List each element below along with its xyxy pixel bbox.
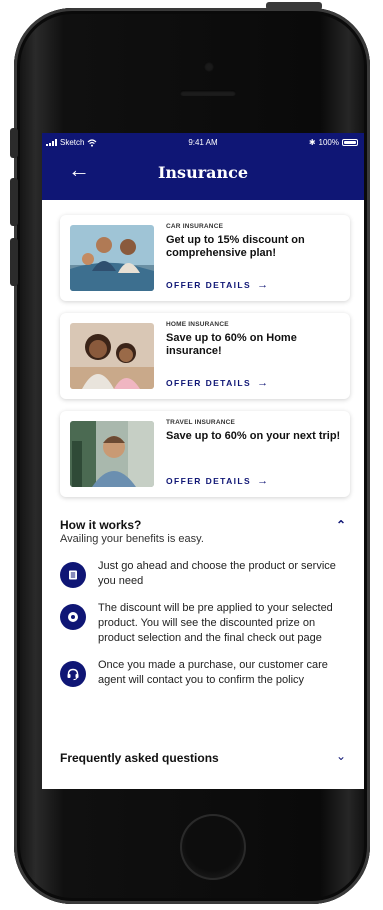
- battery-label: 100%: [318, 138, 339, 147]
- product-icon: [60, 562, 86, 588]
- offer-details-link[interactable]: OFFER DETAILS →: [166, 377, 268, 389]
- mother-and-child-photo: [70, 323, 154, 389]
- arrow-right-icon: →: [257, 475, 269, 487]
- status-bar: Sketch 9:41 AM ✱ 100%: [42, 138, 364, 152]
- discount-icon: [60, 604, 86, 630]
- volume-up-button: [10, 178, 18, 226]
- chevron-up-icon[interactable]: ⌃: [336, 518, 346, 532]
- power-button: [266, 2, 322, 10]
- app-screen: Sketch 9:41 AM ✱ 100% ← Insurance CAR IN…: [42, 133, 364, 789]
- offer-link-label: OFFER DETAILS: [166, 476, 252, 486]
- offer-card-travel[interactable]: TRAVEL INSURANCE Save up to 60% on your …: [60, 411, 350, 497]
- header-bar: Sketch 9:41 AM ✱ 100% ← Insurance: [42, 133, 364, 200]
- faq-section[interactable]: Frequently asked questions ⌄: [60, 749, 350, 765]
- how-it-works-title[interactable]: How it works?: [60, 518, 350, 532]
- offer-title: Get up to 15% discount on comprehensive …: [166, 234, 305, 259]
- list-item: Once you made a purchase, our customer c…: [60, 658, 350, 688]
- offer-title: Save up to 60% on Home insurance!: [166, 332, 297, 357]
- offers-list: CAR INSURANCE Get up to 15% discount on …: [60, 215, 350, 509]
- traveler-photo: [70, 421, 154, 487]
- how-it-works-section: How it works? ⌃ Availing your benefits i…: [60, 518, 350, 700]
- offer-category: HOME INSURANCE: [166, 321, 229, 328]
- offer-card-home[interactable]: HOME INSURANCE Save up to 60% on Home in…: [60, 313, 350, 399]
- volume-down-button: [10, 238, 18, 286]
- step-text: The discount will be pre applied to your…: [98, 602, 333, 644]
- page-title: Insurance: [157, 163, 249, 182]
- offer-card-body: TRAVEL INSURANCE Save up to 60% on your …: [166, 419, 344, 443]
- offer-card-body: HOME INSURANCE Save up to 60% on Home in…: [166, 321, 344, 358]
- bluetooth-icon: ✱: [308, 138, 316, 147]
- offer-title: Save up to 60% on your next trip!: [166, 430, 341, 442]
- offer-card-car[interactable]: CAR INSURANCE Get up to 15% discount on …: [60, 215, 350, 301]
- speaker-grille: [180, 90, 236, 96]
- list-item: The discount will be pre applied to your…: [60, 601, 350, 646]
- chevron-down-icon[interactable]: ⌄: [336, 749, 346, 763]
- battery-icon: [342, 139, 358, 146]
- faq-title[interactable]: Frequently asked questions: [60, 751, 350, 765]
- headset-icon: [60, 661, 86, 687]
- how-it-works-subtitle: Availing your benefits is easy.: [60, 533, 204, 545]
- step-text: Once you made a purchase, our customer c…: [98, 659, 328, 686]
- front-camera: [204, 62, 214, 72]
- arrow-right-icon: →: [257, 377, 269, 389]
- arrow-right-icon: →: [257, 279, 269, 291]
- family-with-car-photo: [70, 225, 154, 291]
- offer-details-link[interactable]: OFFER DETAILS →: [166, 279, 268, 291]
- step-text: Just go ahead and choose the product or …: [98, 560, 336, 587]
- offer-link-label: OFFER DETAILS: [166, 280, 252, 290]
- mute-switch: [10, 128, 18, 158]
- offer-category: TRAVEL INSURANCE: [166, 419, 236, 426]
- offer-category: CAR INSURANCE: [166, 223, 224, 230]
- steps-list: Just go ahead and choose the product or …: [60, 559, 350, 688]
- home-button[interactable]: [180, 814, 246, 880]
- offer-link-label: OFFER DETAILS: [166, 378, 252, 388]
- status-right: ✱ 100%: [309, 138, 358, 147]
- offer-details-link[interactable]: OFFER DETAILS →: [166, 475, 268, 487]
- list-item: Just go ahead and choose the product or …: [60, 559, 350, 589]
- offer-card-body: CAR INSURANCE Get up to 15% discount on …: [166, 223, 344, 260]
